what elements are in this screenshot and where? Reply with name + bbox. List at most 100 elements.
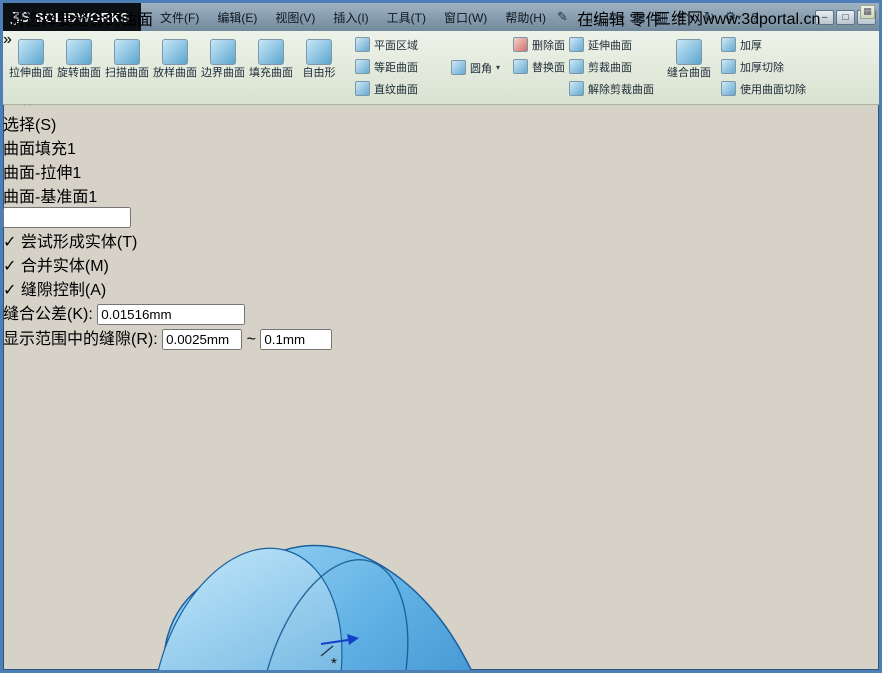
button-label: 解除剪裁曲面: [588, 83, 654, 96]
button-label: 延伸曲面: [588, 39, 632, 52]
knitting-tolerance-field[interactable]: [97, 304, 246, 325]
merge-entities-option[interactable]: ✓ 合并实体(M): [3, 252, 879, 276]
revolved-surface-icon: [66, 39, 92, 65]
button-label: 旋转曲面: [57, 67, 101, 79]
button-label: 替换面: [532, 61, 565, 74]
checkbox-checked-icon[interactable]: ✓: [3, 258, 16, 275]
maximize-button[interactable]: □: [836, 9, 855, 25]
list-item-selected[interactable]: 曲面-基准面1: [3, 183, 879, 207]
menu-file[interactable]: 文件(F): [151, 6, 208, 29]
gap-control-section-header[interactable]: ✓ 缝隙控制(A): [3, 276, 879, 300]
edit-mode-status: 在编辑 零件: [577, 12, 662, 29]
untrim-surface-button[interactable]: 解除剪裁曲面: [569, 79, 654, 98]
knit-surface-icon: [676, 39, 702, 65]
menu-help[interactable]: 帮助(H): [496, 6, 555, 29]
menu-tools[interactable]: 工具(T): [378, 6, 435, 29]
section-label: 缝隙控制(A): [20, 282, 107, 299]
extend-surface-button[interactable]: 延伸曲面: [569, 35, 654, 54]
thickened-cut-icon: [721, 59, 736, 74]
solidworks-window: ƷS SOLIDWORKS 文件(F) 编辑(E) 视图(V) 插入(I) 工具…: [0, 0, 882, 673]
knit-surface-button[interactable]: 缝合曲面: [665, 34, 713, 102]
delete-face-icon: [513, 37, 528, 52]
graphics-viewport[interactable]: * x y ⊡ ⊞ ↶ ◫▾ ▣▾ ◪▾ ◉▾ ●▾ ◧▾: [3, 418, 879, 672]
list-item[interactable]: 曲面-拉伸1: [3, 159, 879, 183]
button-label: 边界曲面: [201, 67, 245, 79]
gap-results-listbox[interactable]: [3, 350, 879, 418]
fillet-button[interactable]: 圆角 ▾: [451, 58, 500, 77]
menu-edit[interactable]: 编辑(E): [208, 6, 266, 29]
extruded-surface-button[interactable]: 拉伸曲面: [7, 34, 55, 102]
planar-surface-button[interactable]: 平面区域: [355, 35, 418, 54]
button-label: 加厚: [740, 39, 762, 52]
button-label: 使用曲面切除: [740, 83, 806, 96]
surfaces-toolbar-ribbon: 拉伸曲面 旋转曲面 扫描曲面 放样曲面 边界曲面 填充曲面 自由形 平面区域 等…: [3, 31, 879, 105]
freeform-icon: [306, 39, 332, 65]
offset-surface-button[interactable]: 等距曲面: [355, 57, 418, 76]
knit-selection-listbox[interactable]: 曲面填充1 曲面-拉伸1 曲面-基准面1: [3, 135, 879, 207]
list-item[interactable]: 曲面填充1: [3, 135, 879, 159]
offset-surface-icon: [355, 59, 370, 74]
trim-surface-icon: [569, 59, 584, 74]
replace-face-icon: [513, 59, 528, 74]
lofted-surface-button[interactable]: 放样曲面: [151, 34, 199, 102]
button-label: 自由形: [302, 67, 336, 79]
gap-range-max-field[interactable]: [260, 329, 333, 350]
try-form-solid-option[interactable]: ✓ 尝试形成实体(T): [3, 228, 879, 252]
planar-tools-group: 平面区域 等距曲面 直纹曲面: [355, 35, 418, 98]
status-message: 请选择要缝合的曲面: [9, 12, 154, 29]
thickened-cut-button[interactable]: 加厚切除: [721, 57, 806, 76]
swept-surface-icon: [114, 39, 140, 65]
knitting-tolerance-label: 缝合公差(K):: [3, 306, 93, 323]
gap-range-min-field[interactable]: [162, 329, 243, 350]
cut-with-surface-button[interactable]: 使用曲面切除: [721, 79, 806, 98]
button-label: 填充曲面: [249, 67, 293, 79]
button-label: 圆角: [470, 62, 492, 75]
dropdown-arrow-icon[interactable]: ▾: [496, 63, 500, 72]
boundary-surface-icon: [210, 39, 236, 65]
pencil-icon[interactable]: ✎: [557, 9, 568, 25]
tilde-separator: ~: [246, 331, 256, 348]
gap-range-label: 显示范围中的缝隙(R):: [3, 331, 158, 348]
button-label: 平面区域: [374, 39, 418, 52]
checkbox-label: 合并实体(M): [20, 258, 109, 275]
menu-insert[interactable]: 插入(I): [324, 6, 377, 29]
button-label: 放样曲面: [153, 67, 197, 79]
cut-with-surface-icon: [721, 81, 736, 96]
revolved-surface-button[interactable]: 旋转曲面: [55, 34, 103, 102]
seed-face-field[interactable]: [3, 207, 131, 228]
checkbox-checked-icon[interactable]: ✓: [3, 282, 16, 299]
model-viewport: * x y: [151, 544, 473, 672]
filled-surface-button[interactable]: 填充曲面: [247, 34, 295, 102]
ruled-surface-button[interactable]: 直纹曲面: [355, 79, 418, 98]
swept-surface-button[interactable]: 扫描曲面: [103, 34, 151, 102]
selection-section-header[interactable]: 选择(S): [3, 111, 879, 135]
trim-surface-button[interactable]: 剪裁曲面: [569, 57, 654, 76]
thicken-icon: [721, 37, 736, 52]
planar-surface-icon: [355, 37, 370, 52]
menubar: 文件(F) 编辑(E) 视图(V) 插入(I) 工具(T) 窗口(W) 帮助(H…: [151, 6, 555, 29]
button-label: 剪裁曲面: [588, 61, 632, 74]
button-label: 加厚切除: [740, 61, 784, 74]
button-label: 缝合曲面: [667, 67, 711, 79]
button-label: 等距曲面: [374, 61, 418, 74]
ruled-surface-icon: [355, 81, 370, 96]
freeform-button[interactable]: 自由形: [295, 34, 343, 102]
delete-face-button[interactable]: 删除面: [513, 35, 565, 54]
menu-view[interactable]: 视图(V): [266, 6, 324, 29]
thicken-button[interactable]: 加厚: [721, 35, 806, 54]
extruded-surface-icon: [18, 39, 44, 65]
selection-point-marker: *: [331, 655, 337, 672]
replace-face-button[interactable]: 替换面: [513, 57, 565, 76]
thicken-tools-group: 加厚 加厚切除 使用曲面切除: [721, 35, 806, 98]
menu-window[interactable]: 窗口(W): [435, 6, 496, 29]
extend-surface-icon: [569, 37, 584, 52]
filled-surface-icon: [258, 39, 284, 65]
watermark-text: 三维网www.3dportal.cn: [655, 11, 821, 28]
section-label: 选择(S): [3, 117, 57, 134]
status-options-icon[interactable]: ▦: [860, 5, 875, 19]
face-tools-group: 删除面 替换面: [513, 35, 565, 76]
checkbox-checked-icon[interactable]: ✓: [3, 234, 16, 251]
boundary-surface-button[interactable]: 边界曲面: [199, 34, 247, 102]
trim-tools-group: 延伸曲面 剪裁曲面 解除剪裁曲面: [569, 35, 654, 98]
button-label: 扫描曲面: [105, 67, 149, 79]
